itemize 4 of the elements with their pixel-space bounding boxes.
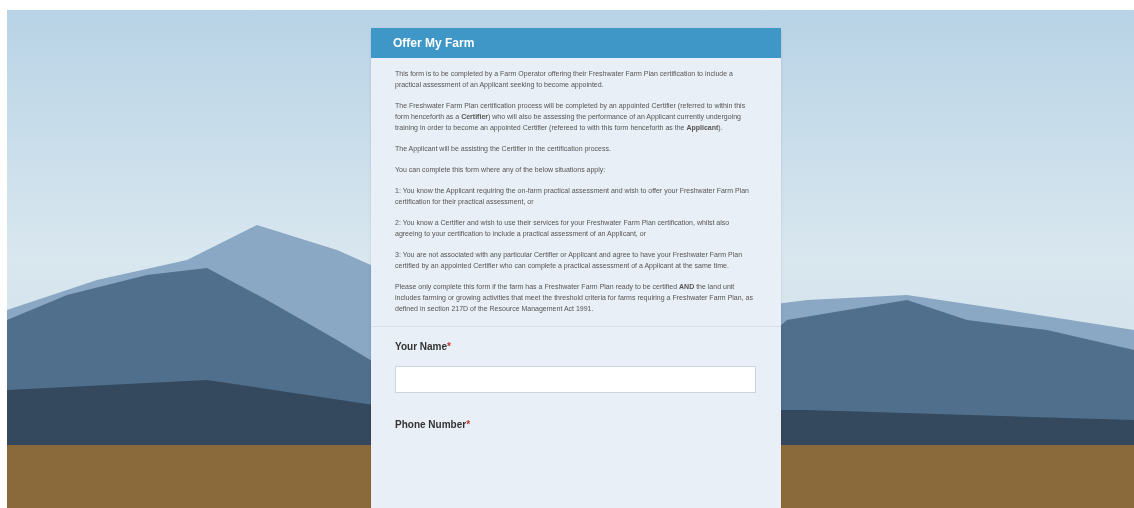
form-title: Offer My Farm xyxy=(371,28,781,58)
field-label: Your Name* xyxy=(395,340,452,354)
field-label: Phone Number* xyxy=(395,418,472,432)
name-input-field[interactable] xyxy=(395,366,756,393)
